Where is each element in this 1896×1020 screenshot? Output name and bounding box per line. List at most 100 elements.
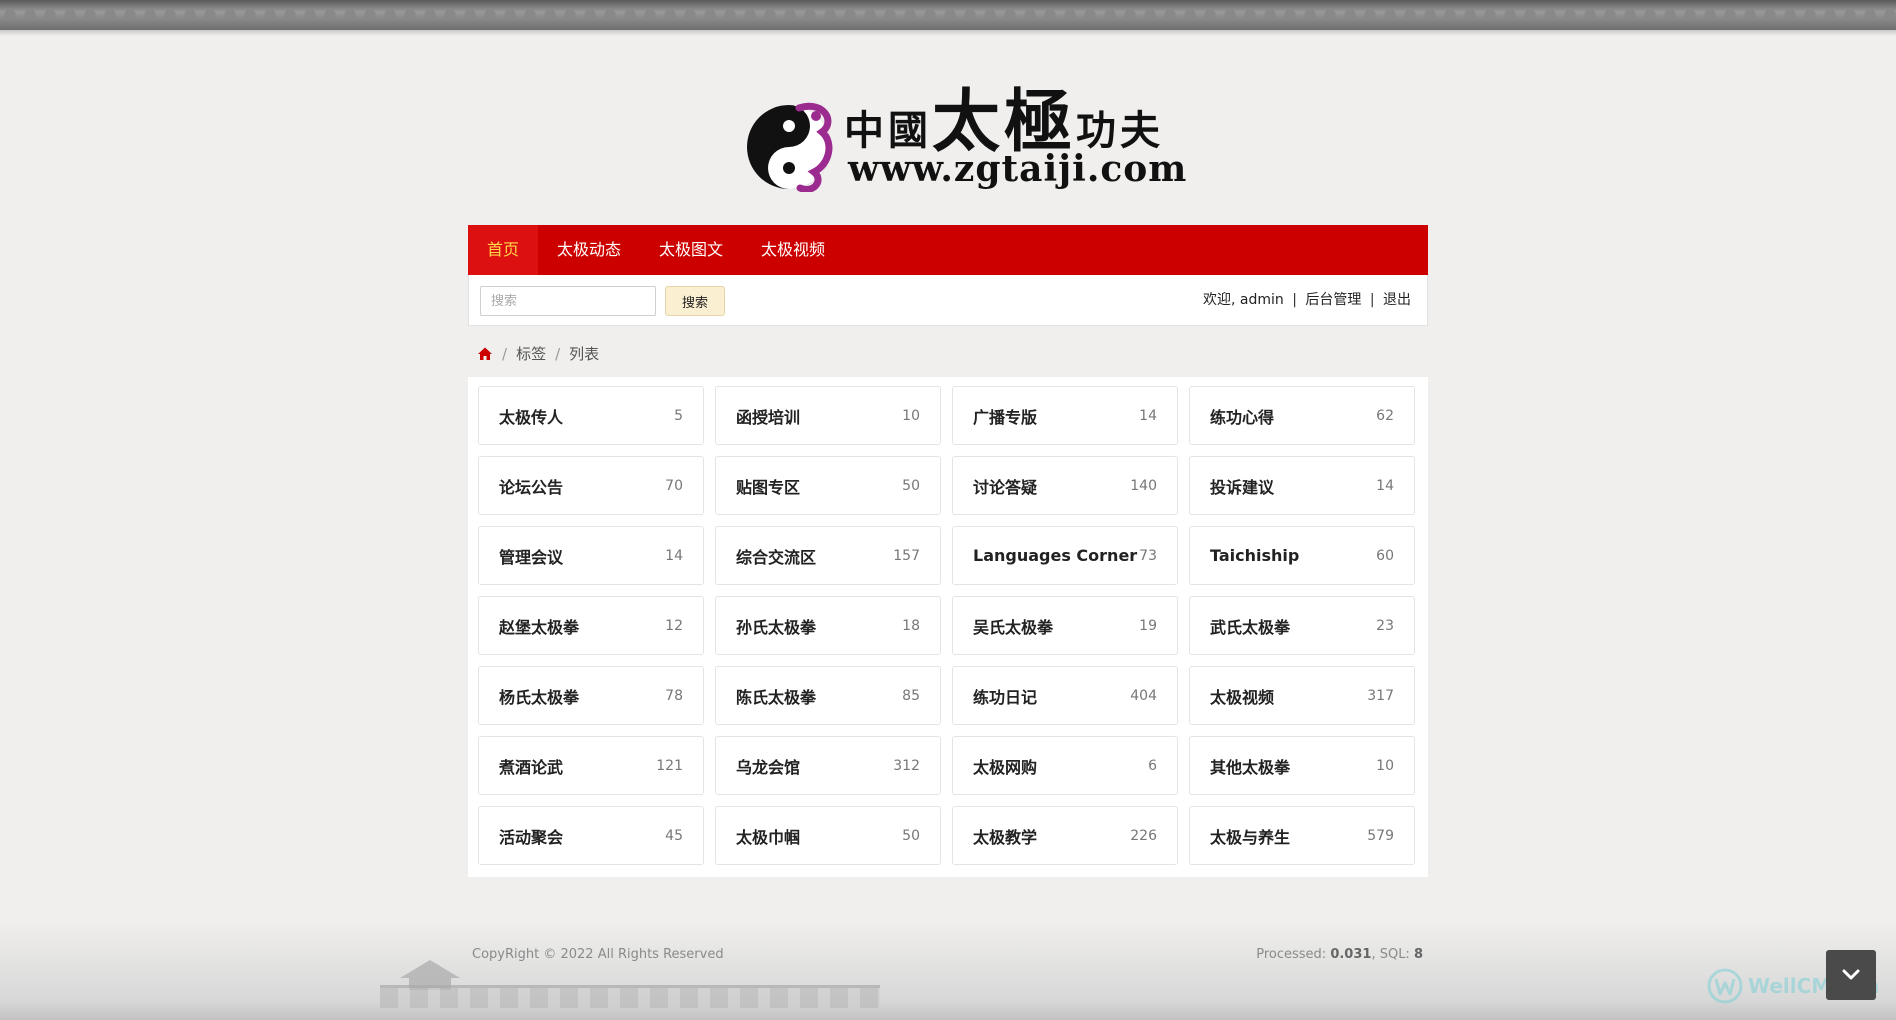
tag-card[interactable]: 论坛公告 70 bbox=[478, 456, 704, 515]
tag-card[interactable]: 孙氏太极拳 18 bbox=[715, 596, 941, 655]
tag-card[interactable]: 讨论答疑 140 bbox=[952, 456, 1178, 515]
sql-label: SQL: bbox=[1379, 947, 1410, 962]
tag-name: 太极巾帼 bbox=[736, 827, 801, 847]
nav-item-taiji-news[interactable]: 太极动态 bbox=[538, 225, 640, 275]
tag-card[interactable]: 太极巾帼 50 bbox=[715, 806, 941, 865]
tag-card[interactable]: 管理会议 14 bbox=[478, 526, 704, 585]
tag-count: 85 bbox=[902, 687, 920, 704]
tag-card[interactable]: 煮酒论武 121 bbox=[478, 736, 704, 795]
tag-card[interactable]: Taichiship 60 bbox=[1189, 526, 1415, 585]
logo-char: 極 bbox=[1004, 82, 1073, 162]
footer-stats: Processed: 0.031, SQL: 8 bbox=[1256, 947, 1423, 962]
tag-card[interactable]: 陈氏太极拳 85 bbox=[715, 666, 941, 725]
breadcrumb: / 标签 / 列表 bbox=[477, 342, 599, 366]
tag-count: 14 bbox=[665, 547, 683, 564]
main-nav: 首页 太极动态 太极图文 太极视频 bbox=[468, 225, 1428, 275]
tag-count: 23 bbox=[1376, 617, 1394, 634]
tag-card[interactable]: 太极网购 6 bbox=[952, 736, 1178, 795]
admin-panel-link[interactable]: 后台管理 bbox=[1305, 292, 1361, 308]
chevron-down-icon bbox=[1842, 969, 1860, 980]
breadcrumb-separator: / bbox=[555, 345, 561, 363]
tag-count: 12 bbox=[665, 617, 683, 634]
toolbar: 搜索 欢迎, admin | 后台管理 | 退出 bbox=[468, 275, 1428, 326]
tag-card[interactable]: 赵堡太极拳 12 bbox=[478, 596, 704, 655]
tag-name: 讨论答疑 bbox=[973, 477, 1038, 497]
tag-name: 论坛公告 bbox=[499, 477, 564, 497]
scroll-down-button[interactable] bbox=[1826, 950, 1876, 1000]
processed-label: Processed: bbox=[1256, 947, 1327, 962]
nav-item-taiji-videos[interactable]: 太极视频 bbox=[742, 225, 844, 275]
tag-name: 贴图专区 bbox=[736, 477, 801, 497]
separator: | bbox=[1369, 292, 1375, 308]
tag-name: 赵堡太极拳 bbox=[499, 617, 580, 637]
nav-item-home[interactable]: 首页 bbox=[468, 225, 539, 275]
tag-card[interactable]: 其他太极拳 10 bbox=[1189, 736, 1415, 795]
tag-count: 157 bbox=[893, 547, 920, 564]
tag-card[interactable]: 广播专版 14 bbox=[952, 386, 1178, 445]
processed-value: 0.031 bbox=[1330, 947, 1372, 962]
bridge-silhouette bbox=[380, 985, 880, 1008]
tag-count: 45 bbox=[665, 827, 683, 844]
breadcrumb-tags[interactable]: 标签 bbox=[516, 342, 546, 366]
tag-count: 404 bbox=[1130, 687, 1157, 704]
home-icon[interactable] bbox=[477, 346, 493, 362]
tag-card[interactable]: 太极传人 5 bbox=[478, 386, 704, 445]
tag-name: 杨氏太极拳 bbox=[499, 687, 580, 707]
tag-card[interactable]: 贴图专区 50 bbox=[715, 456, 941, 515]
footer-copyright: CopyRight © 2022 All Rights Reserved bbox=[472, 947, 724, 962]
tag-name: 管理会议 bbox=[499, 547, 564, 567]
tag-count: 6 bbox=[1148, 757, 1157, 774]
tag-name: 陈氏太极拳 bbox=[736, 687, 817, 707]
tag-name: 武氏太极拳 bbox=[1210, 617, 1291, 637]
tag-count: 50 bbox=[902, 827, 920, 844]
yin-yang-dragon-icon bbox=[747, 102, 833, 192]
tag-name: 太极视频 bbox=[1210, 687, 1275, 707]
tag-card[interactable]: 投诉建议 14 bbox=[1189, 456, 1415, 515]
site-logo[interactable]: 中 國 太 極 功 夫 www.zgtaiji.com bbox=[744, 82, 1186, 194]
tag-count: 19 bbox=[1139, 617, 1157, 634]
tag-card[interactable]: 活动聚会 45 bbox=[478, 806, 704, 865]
tag-count: 14 bbox=[1376, 477, 1394, 494]
tag-count: 226 bbox=[1130, 827, 1157, 844]
tag-name: 太极教学 bbox=[973, 827, 1038, 847]
tag-name: 孙氏太极拳 bbox=[736, 617, 817, 637]
tag-count: 14 bbox=[1139, 407, 1157, 424]
tag-name: 吴氏太极拳 bbox=[973, 617, 1054, 637]
tag-name: 乌龙会馆 bbox=[736, 757, 801, 777]
tag-count: 62 bbox=[1376, 407, 1394, 424]
breadcrumb-separator: / bbox=[502, 345, 508, 363]
tag-name: Taichiship bbox=[1210, 546, 1300, 565]
tag-name: 煮酒论武 bbox=[499, 757, 564, 777]
tag-count: 140 bbox=[1130, 477, 1157, 494]
tag-card[interactable]: 武氏太极拳 23 bbox=[1189, 596, 1415, 655]
tag-card[interactable]: 综合交流区 157 bbox=[715, 526, 941, 585]
search-input[interactable] bbox=[480, 286, 656, 316]
search-button[interactable]: 搜索 bbox=[665, 286, 725, 316]
tag-name: 函授培训 bbox=[736, 407, 801, 427]
nav-item-taiji-articles[interactable]: 太极图文 bbox=[640, 225, 742, 275]
tag-card[interactable]: 吴氏太极拳 19 bbox=[952, 596, 1178, 655]
tag-card[interactable]: 函授培训 10 bbox=[715, 386, 941, 445]
top-decorative-border bbox=[0, 0, 1896, 30]
watermark-logo-icon bbox=[1707, 968, 1743, 1004]
tag-count: 78 bbox=[665, 687, 683, 704]
tag-card[interactable]: 太极与养生 579 bbox=[1189, 806, 1415, 865]
tag-card[interactable]: 太极视频 317 bbox=[1189, 666, 1415, 725]
tag-count: 5 bbox=[674, 407, 683, 424]
logo-site-url: www.zgtaiji.com bbox=[848, 148, 1188, 190]
tag-count: 73 bbox=[1139, 547, 1157, 564]
tag-name: 活动聚会 bbox=[499, 827, 564, 847]
logo-char: 太 bbox=[932, 82, 1001, 162]
tag-card[interactable]: Languages Corner 73 bbox=[952, 526, 1178, 585]
tag-count: 10 bbox=[1376, 757, 1394, 774]
tag-card[interactable]: 乌龙会馆 312 bbox=[715, 736, 941, 795]
tag-name: 其他太极拳 bbox=[1210, 757, 1291, 777]
tag-name: 广播专版 bbox=[973, 407, 1038, 427]
sql-value: 8 bbox=[1413, 947, 1423, 962]
tag-card[interactable]: 练功心得 62 bbox=[1189, 386, 1415, 445]
tag-card[interactable]: 太极教学 226 bbox=[952, 806, 1178, 865]
tag-card[interactable]: 练功日记 404 bbox=[952, 666, 1178, 725]
tag-card[interactable]: 杨氏太极拳 78 bbox=[478, 666, 704, 725]
logo-chinese-title: 中 國 太 極 功 夫 bbox=[844, 86, 1160, 156]
logout-link[interactable]: 退出 bbox=[1383, 292, 1411, 308]
